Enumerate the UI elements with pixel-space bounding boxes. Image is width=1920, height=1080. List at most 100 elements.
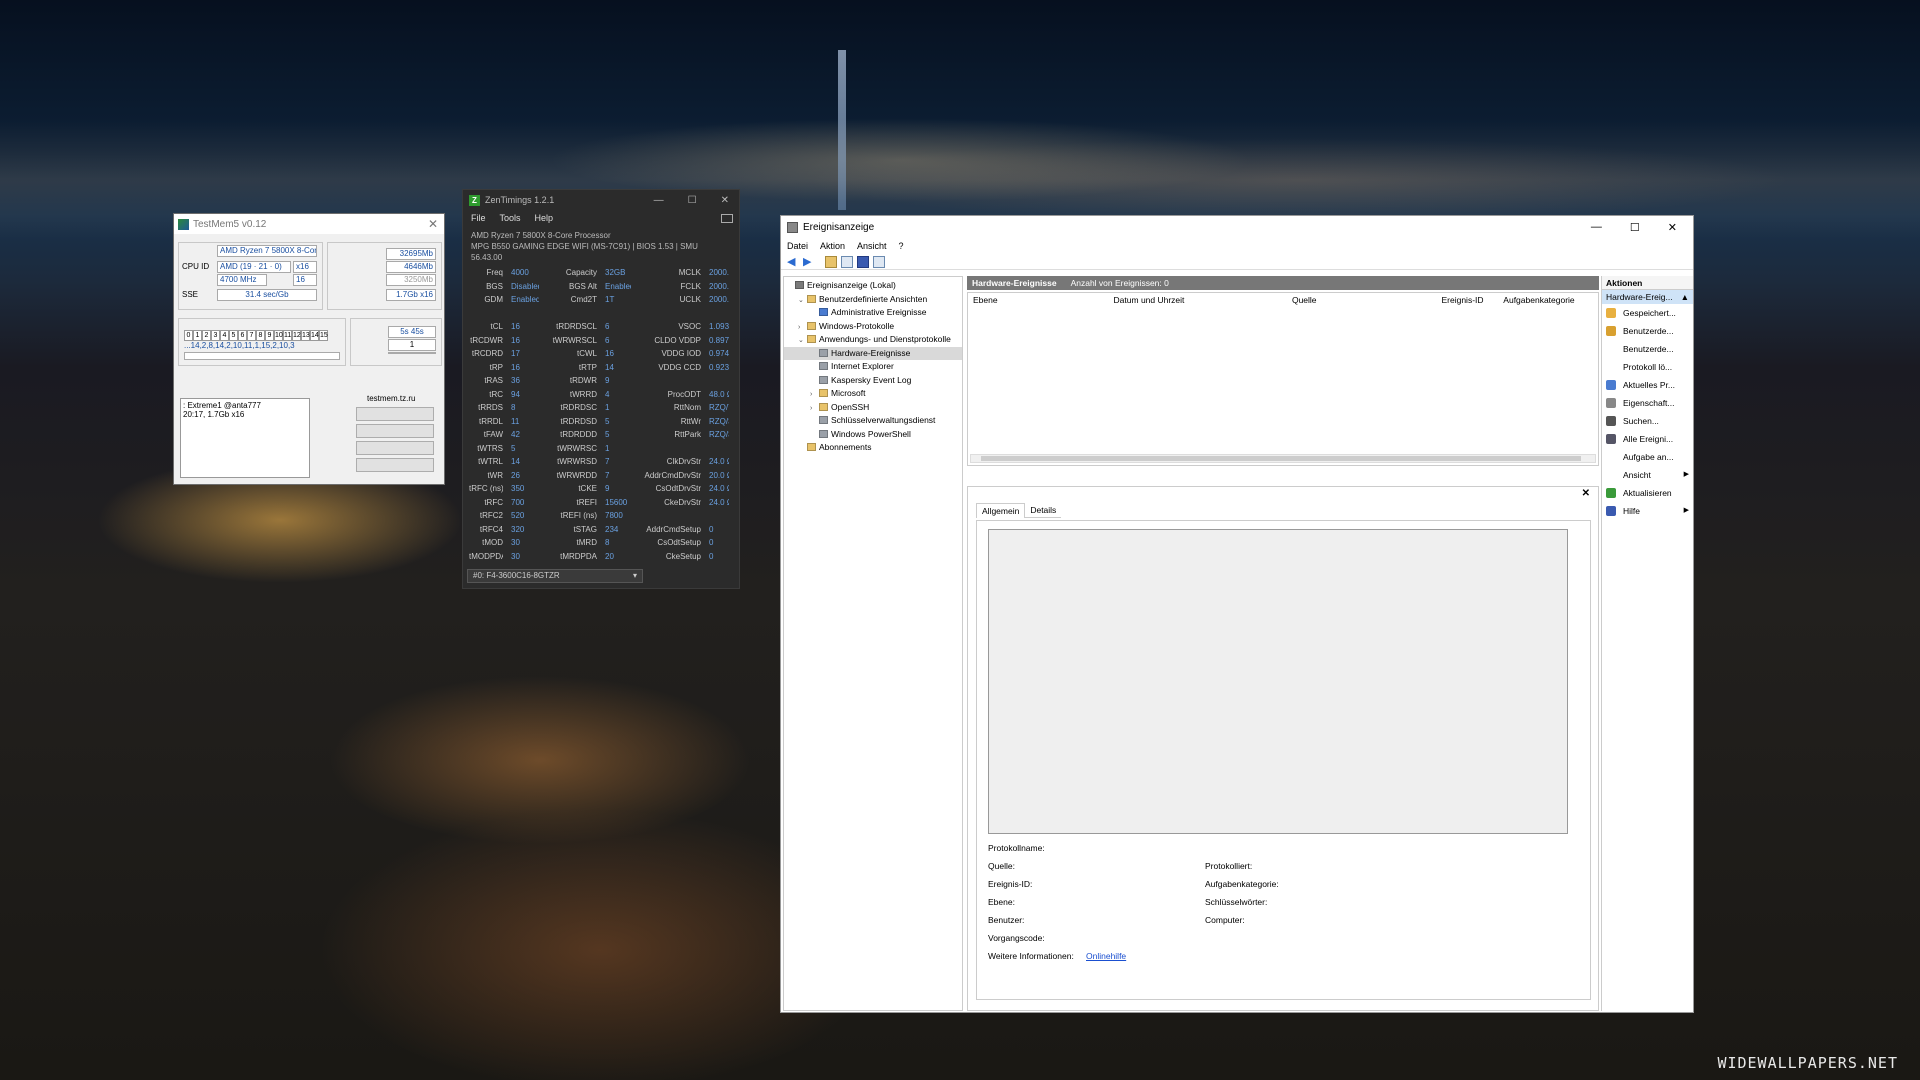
action-item[interactable]: Ansicht ▶ [1602, 466, 1693, 484]
menu-aktion[interactable]: Aktion [820, 241, 845, 251]
action-item[interactable]: Alle Ereigni... [1602, 430, 1693, 448]
timing-label: tRRDL [478, 416, 503, 426]
timing-label: tREFI (ns) [560, 511, 597, 520]
detail-tabs: Allgemein Details [976, 503, 1062, 518]
chevron-right-icon[interactable]: › [810, 388, 819, 402]
menu-ansicht[interactable]: Ansicht [857, 241, 887, 251]
col-aufgabenkategorie[interactable]: Aufgabenkategorie [1498, 293, 1598, 305]
timing-value: 7 [605, 470, 610, 480]
maximize-icon[interactable]: ☐ [688, 195, 697, 206]
onlinehilfe-link[interactable]: Onlinehilfe [1086, 951, 1126, 961]
menu-tools[interactable]: Tools [500, 213, 521, 223]
tree-item[interactable]: Internet Explorer [784, 360, 962, 374]
tree-item-label: Hardware-Ereignisse [831, 347, 911, 358]
col-quelle[interactable]: Quelle [1287, 293, 1437, 305]
action-item[interactable]: Protokoll lö... [1602, 358, 1693, 376]
tree-item[interactable]: › Windows-Protokolle [784, 320, 962, 334]
close-icon[interactable]: ✕ [428, 217, 438, 231]
testmem5-button-2[interactable] [356, 424, 434, 438]
action-label: Benutzerde... [1623, 344, 1674, 354]
timing-label: VDDG IOD [661, 349, 701, 358]
menu-datei[interactable]: Datei [787, 241, 808, 251]
tree-item[interactable]: › Microsoft [784, 387, 962, 401]
timing-value [701, 307, 729, 321]
tree-item[interactable]: Ereignisanzeige (Lokal) [784, 279, 962, 293]
testmem5-window[interactable]: TestMem5 v0.12 ✕ AMD Ryzen 7 5800X 8-Cor… [173, 213, 445, 485]
action-item[interactable]: Benutzerde... [1602, 322, 1693, 340]
tree-item[interactable]: Windows PowerShell [784, 428, 962, 442]
scrollbar-thumb[interactable] [981, 456, 1581, 461]
action-item[interactable]: Aktuelles Pr... [1602, 376, 1693, 394]
action-item[interactable]: Hilfe ▶ [1602, 502, 1693, 520]
col-ereignis-id[interactable]: Ereignis-ID [1436, 293, 1498, 305]
action-item[interactable]: Eigenschaft... [1602, 394, 1693, 412]
tree-item[interactable]: Kaspersky Event Log [784, 374, 962, 388]
action-item[interactable]: Aufgabe an... [1602, 448, 1693, 466]
eventviewer-titlebar[interactable]: Ereignisanzeige — ☐ ✕ [781, 216, 1693, 238]
eventviewer-window[interactable]: Ereignisanzeige — ☐ ✕ Datei Aktion Ansicht… [780, 215, 1694, 1013]
tab-details[interactable]: Details [1025, 503, 1062, 518]
timings-row: tMOD 30 tMRD 8 CsOdtSetup 0 [469, 536, 735, 550]
zentimings-titlebar[interactable]: Z ZenTimings 1.2.1 — ☐ ✕ [463, 190, 739, 210]
action-item[interactable]: Suchen... [1602, 412, 1693, 430]
zentimings-window[interactable]: Z ZenTimings 1.2.1 — ☐ ✕ File Tools Help A… [462, 189, 740, 589]
actions-section-header[interactable]: Hardware-Ereig... ▲ [1602, 290, 1693, 304]
tree-item[interactable]: Administrative Ereignisse [784, 306, 962, 320]
action-item[interactable]: Gespeichert... [1602, 304, 1693, 322]
back-icon[interactable]: ◀ [787, 256, 799, 268]
timing-value: 7800 [605, 511, 623, 520]
navigation-tree[interactable]: Ereignisanzeige (Lokal) ⌄ Benutzerdefinier… [783, 276, 963, 1011]
center-pane: Hardware-Ereignisse Anzahl von Ereigniss… [967, 276, 1599, 1011]
folder-up-icon[interactable] [825, 255, 837, 268]
tree-item[interactable]: ⌄ Benutzerdefinierte Ansichten [784, 293, 962, 307]
testmem5-button-3[interactable] [356, 441, 434, 455]
close-icon[interactable]: ✕ [1668, 221, 1677, 234]
tree-item[interactable]: Hardware-Ereignisse [784, 346, 962, 360]
col-ebene[interactable]: Ebene [968, 293, 1109, 305]
screenshot-icon[interactable] [721, 213, 733, 223]
description-box[interactable] [988, 529, 1568, 834]
tree-item[interactable]: Abonnements [784, 441, 962, 455]
chevron-right-icon[interactable]: › [798, 321, 807, 335]
menu-help[interactable]: Help [535, 213, 554, 223]
show-actions-icon[interactable] [873, 255, 885, 268]
minimize-icon[interactable]: — [654, 195, 664, 206]
minimize-icon[interactable]: — [1591, 221, 1602, 234]
chevron-down-icon[interactable]: ⌄ [798, 294, 807, 308]
help-icon[interactable] [857, 255, 869, 268]
tab-allgemein[interactable]: Allgemein [976, 503, 1026, 518]
dimm-selector[interactable]: #0: F4-3600C16-8GTZR ▾ [467, 569, 643, 583]
tree-item[interactable]: Schlüsselverwaltungsdienst [784, 414, 962, 428]
tree-item[interactable]: ⌄ Anwendungs- und Dienstprotokolle [784, 333, 962, 347]
log-box[interactable]: : Extreme1 @anta777 20:17, 1.7Gb x16 [180, 398, 310, 478]
close-icon[interactable]: ✕ [1582, 488, 1590, 499]
action-spacer [1606, 344, 1616, 354]
chevron-right-icon: ▶ [1683, 507, 1689, 514]
show-tree-icon[interactable] [841, 255, 853, 268]
menu-file[interactable]: File [471, 213, 486, 223]
forward-icon[interactable]: ▶ [803, 256, 815, 268]
timings-row: tWTRS 5 tWRWRSC 1 [469, 442, 735, 456]
action-icon [1606, 506, 1616, 516]
chevron-right-icon[interactable]: › [810, 402, 819, 416]
zentimings-title: ZenTimings 1.2.1 [485, 195, 555, 205]
action-item[interactable]: Aktualisieren [1602, 484, 1693, 502]
tree-item[interactable]: › OpenSSH [784, 401, 962, 415]
timing-value [701, 374, 729, 388]
testmem5-button-1[interactable] [356, 407, 434, 421]
menu-help[interactable]: ? [899, 241, 904, 251]
tree-item-label: Windows PowerShell [831, 428, 911, 439]
timing-label: tRRDS [478, 403, 503, 412]
close-icon[interactable]: ✕ [721, 195, 729, 206]
col-datum[interactable]: Datum und Uhrzeit [1109, 293, 1287, 305]
action-item[interactable]: Benutzerde... [1602, 340, 1693, 358]
maximize-icon[interactable]: ☐ [1630, 221, 1640, 234]
testmem5-titlebar[interactable]: TestMem5 v0.12 ✕ [174, 214, 444, 234]
event-list[interactable]: Ebene Datum und Uhrzeit Quelle Ereignis-… [967, 292, 1599, 466]
horizontal-scrollbar[interactable] [970, 454, 1596, 463]
tree-item-label: Abonnements [819, 442, 872, 452]
timings-row: GDM Enabled Cmd2T 1T UCLK 2000.00 [469, 293, 735, 307]
testmem5-button-4[interactable] [356, 458, 434, 472]
chevron-down-icon[interactable]: ⌄ [798, 334, 807, 348]
site-link[interactable]: testmem.tz.ru [367, 394, 415, 403]
